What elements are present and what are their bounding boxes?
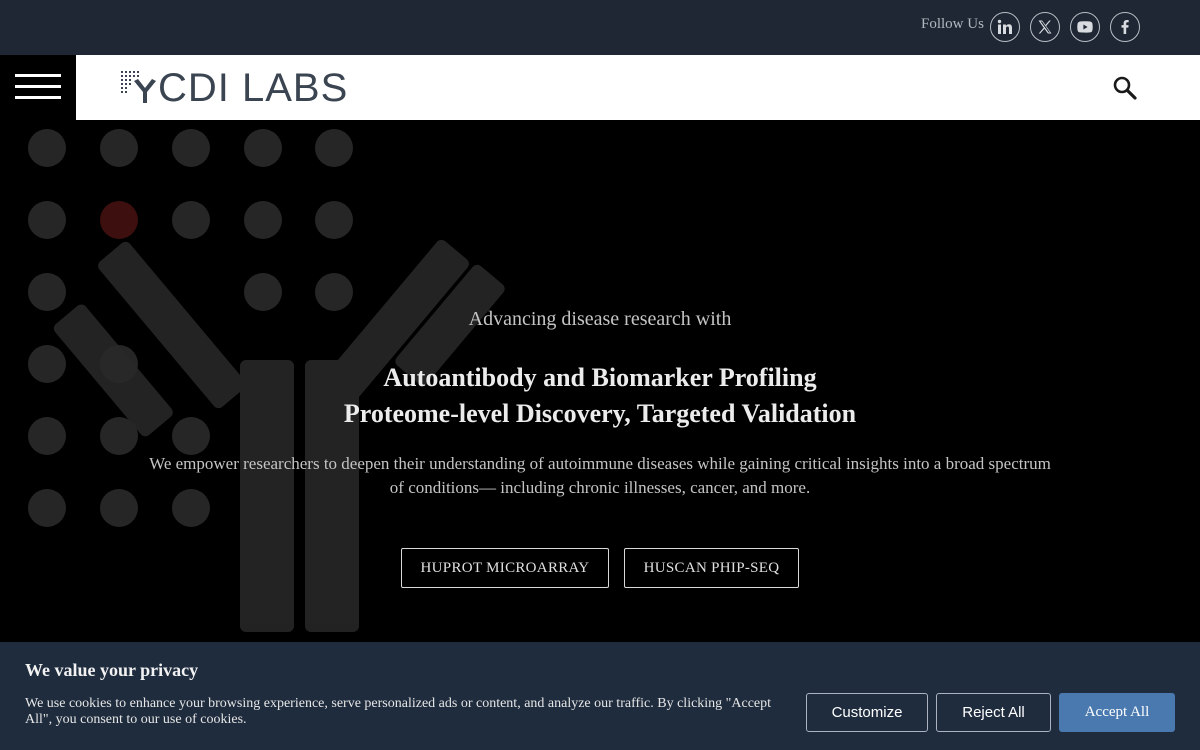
hero-title: Autoantibody and Biomarker Profiling Pro… [0,360,1200,432]
reject-all-button[interactable]: Reject All [936,693,1051,732]
cookie-consent-banner: We value your privacy We use cookies to … [0,642,1200,750]
huscan-phip-seq-button[interactable]: HUSCAN PHIP-SEQ [624,548,799,588]
huprot-microarray-button[interactable]: HUPROT MICROARRAY [401,548,609,588]
logo-text[interactable]: CDI LABS [158,63,348,113]
facebook-icon[interactable] [1110,12,1140,42]
hero-section: Advancing disease research with Autoanti… [0,120,1200,642]
follow-us-label: Follow Us [921,16,984,32]
site-header: CDI LABS [76,55,1200,120]
customize-button[interactable]: Customize [806,693,928,732]
youtube-icon[interactable] [1070,12,1100,42]
cookie-text: We use cookies to enhance your browsing … [25,696,772,727]
search-icon[interactable] [1112,75,1138,101]
linkedin-icon[interactable] [990,12,1020,42]
hamburger-menu-icon[interactable] [0,55,76,120]
hero-title-line2: Proteome-level Discovery, Targeted Valid… [343,399,857,428]
social-bar: Follow Us [0,0,1200,55]
hero-intro: Advancing disease research with [468,308,732,330]
accept-all-button[interactable]: Accept All [1059,693,1175,732]
x-twitter-icon[interactable] [1030,12,1060,42]
hero-title-line1: Autoantibody and Biomarker Profiling [383,363,817,392]
hero-description: We empower researchers to deepen their u… [149,454,1051,497]
cookie-title: We value your privacy [25,660,199,680]
logo-mark-icon[interactable] [120,69,160,105]
